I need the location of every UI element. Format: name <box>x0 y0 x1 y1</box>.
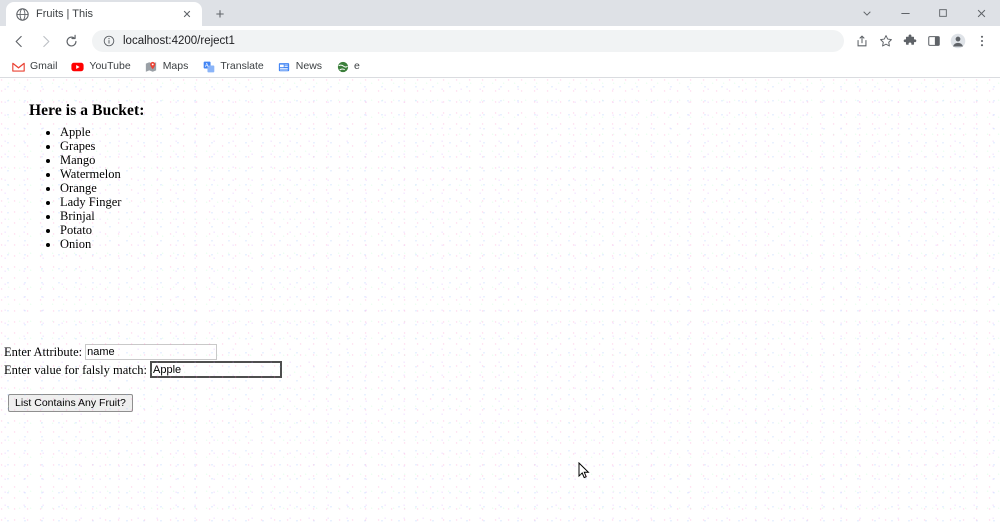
maximize-button[interactable] <box>924 0 962 26</box>
gmail-icon <box>12 60 25 73</box>
bookmark-gmail[interactable]: Gmail <box>6 58 63 76</box>
page-viewport: Here is a Bucket: Apple Grapes Mango Wat… <box>0 78 1000 524</box>
close-button[interactable] <box>962 0 1000 26</box>
bookmarks-bar: Gmail YouTube Maps A Translate News e <box>0 56 1000 78</box>
list-item: Mango <box>60 153 121 167</box>
bookmark-translate[interactable]: A Translate <box>196 58 269 76</box>
list-item: Watermelon <box>60 167 121 181</box>
attribute-input[interactable] <box>85 344 218 360</box>
attribute-label: Enter Attribute: <box>4 345 83 359</box>
bookmark-news[interactable]: News <box>272 58 328 76</box>
chrome-menu-icon[interactable] <box>970 29 994 53</box>
list-item: Orange <box>60 181 121 195</box>
mouse-cursor <box>578 461 590 480</box>
browser-toolbar: localhost:4200/reject1 <box>0 26 1000 56</box>
window-controls <box>848 0 1000 26</box>
list-item: Brinjal <box>60 209 121 223</box>
address-bar[interactable]: localhost:4200/reject1 <box>92 30 844 52</box>
bucket-list: Apple Grapes Mango Watermelon Orange Lad… <box>26 125 121 251</box>
url-text: localhost:4200/reject1 <box>123 35 235 47</box>
minimize-button[interactable] <box>886 0 924 26</box>
browser-tab[interactable]: Fruits | This ✕ <box>6 2 202 26</box>
globe-icon <box>16 7 29 21</box>
news-icon <box>278 60 291 73</box>
bookmark-label: e <box>354 60 360 72</box>
match-row: Enter value for falsly match: <box>4 361 282 378</box>
bookmark-label: Gmail <box>30 60 58 72</box>
bookmark-label: Translate <box>220 60 264 72</box>
tab-title: Fruits | This <box>36 8 94 20</box>
bookmark-label: News <box>295 60 323 72</box>
bookmark-label: Maps <box>162 60 189 72</box>
share-icon[interactable] <box>850 29 874 53</box>
translate-icon: A <box>202 60 215 73</box>
list-item: Apple <box>60 125 121 139</box>
reload-icon[interactable] <box>58 28 84 54</box>
fruit-check-form: Enter Attribute: Enter value for falsly … <box>4 344 282 379</box>
globe-icon <box>336 60 349 73</box>
bookmark-label: YouTube <box>89 60 131 72</box>
bookmark-maps[interactable]: Maps <box>139 58 195 76</box>
match-value-input[interactable] <box>150 361 282 378</box>
extensions-puzzle-icon[interactable] <box>898 29 922 53</box>
list-item: Grapes <box>60 139 121 153</box>
tab-search-button[interactable] <box>848 0 886 26</box>
bookmark-e[interactable]: e <box>330 58 366 76</box>
list-item: Onion <box>60 237 121 251</box>
youtube-icon <box>71 60 85 73</box>
browser-window: Fruits | This ✕ + localhost:4200/reject1… <box>0 0 1000 524</box>
profile-avatar-icon[interactable] <box>946 29 970 53</box>
list-contains-any-fruit-button[interactable]: List Contains Any Fruit? <box>8 394 133 412</box>
forward-icon[interactable] <box>32 28 58 54</box>
tab-strip: Fruits | This ✕ + <box>0 0 1000 26</box>
close-icon[interactable]: ✕ <box>180 7 194 21</box>
maps-icon <box>145 60 158 73</box>
list-item: Potato <box>60 223 121 237</box>
new-tab-button[interactable]: + <box>207 2 233 26</box>
back-icon[interactable] <box>6 28 32 54</box>
bookmark-star-icon[interactable] <box>874 29 898 53</box>
page-title: Here is a Bucket: <box>29 102 145 119</box>
list-item: Lady Finger <box>60 195 121 209</box>
side-panel-icon[interactable] <box>922 29 946 53</box>
svg-text:A: A <box>205 63 209 69</box>
compression-noise-overlay <box>0 78 1000 524</box>
site-info-icon[interactable] <box>102 35 115 48</box>
match-label: Enter value for falsly match: <box>4 362 147 377</box>
bookmark-youtube[interactable]: YouTube <box>65 58 136 76</box>
attribute-row: Enter Attribute: <box>4 344 282 360</box>
